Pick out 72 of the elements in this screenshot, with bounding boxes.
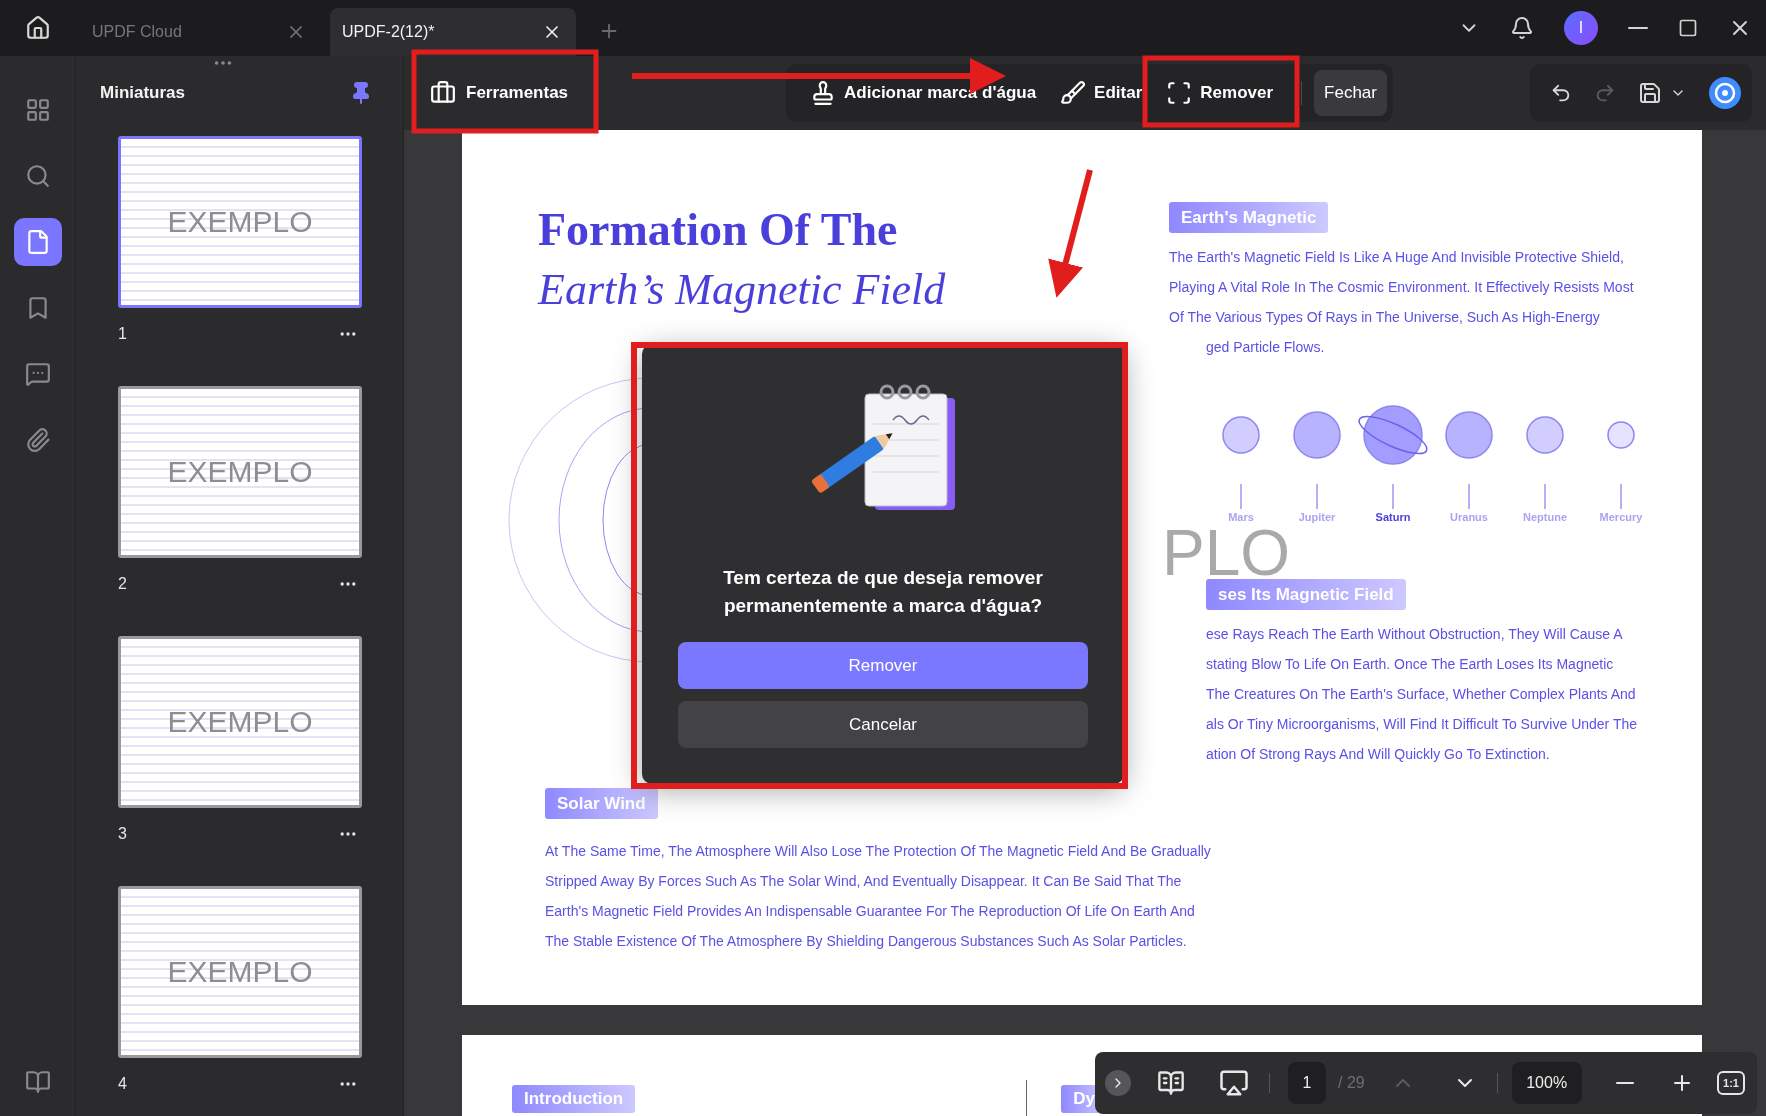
maximize-icon[interactable]: [1678, 18, 1698, 38]
paragraph-line: ese Rays Reach The Earth Without Obstruction, They Will Cause A: [1205, 625, 1624, 644]
book-icon: [1157, 1069, 1185, 1097]
section-heading: ses Its Magnetic Field: [1206, 579, 1406, 610]
page-input[interactable]: 1: [1288, 1062, 1326, 1104]
page-total: / 29: [1338, 1074, 1365, 1092]
page-number: 3: [118, 825, 127, 843]
paragraph-line: The Creatures On The Earth's Surface, Whether Complex Plants And: [1205, 685, 1637, 704]
paragraph-line: Stripped Away By Forces Such As The Solar Wind, And Eventually Disappear. It Can Be Said That The: [545, 872, 1183, 891]
document-tab[interactable]: UPDF Cloud: [80, 8, 320, 56]
scan-icon: [1166, 80, 1193, 106]
paragraph-line: Earth's Magnetic Field Provides An Indispensable Guarantee For The Reproduction Of Life On Earth And: [545, 902, 1196, 921]
section-heading: Earth's Magnetic: [1169, 202, 1329, 233]
page-number: 1: [118, 325, 127, 343]
document-subtitle: Earth’s Magnetic Field: [538, 264, 946, 316]
close-button[interactable]: Fechar: [1314, 70, 1387, 116]
tab-title: UPDF Cloud: [92, 23, 182, 41]
actual-size-button[interactable]: 1:1: [1717, 1071, 1745, 1095]
present-icon: [1219, 1068, 1249, 1098]
search-icon: [24, 163, 51, 189]
toolbox-icon: [430, 80, 456, 106]
undo-icon[interactable]: [1550, 82, 1572, 104]
sidebar-tab[interactable]: [13, 218, 62, 266]
paragraph-line: stating Blow To Life On Earth. Once The Earth Loses Its Magnetic: [1205, 655, 1615, 674]
paragraph-line: Playing A Vital Role In The Cosmic Environment. It Effectively Resists Most: [1169, 278, 1634, 297]
grid-icon: [24, 97, 51, 123]
present-button[interactable]: [1219, 1068, 1249, 1098]
planet-label: Mercury: [1599, 511, 1643, 523]
comment-icon: [24, 361, 51, 387]
paragraph-line: als Or Tiny Microorganisms, Will Find It Difficult To Survive Under The: [1205, 715, 1638, 734]
book-icon: [24, 1069, 51, 1095]
planet-label: Uranus: [1450, 511, 1488, 523]
paragraph-line: Of The Various Types Of Rays in The Universe, Such As High-Energy: [1169, 308, 1601, 327]
dialog-message: Tem certeza de que deseja remover permanentemente a marca d'água?: [722, 566, 1044, 618]
watermark-text: EXEMPLO: [167, 705, 313, 739]
planet-label: Mars: [1228, 511, 1254, 523]
tab-title: UPDF-2(12)*: [342, 23, 435, 41]
watermark-text: EXEMPLO: [167, 205, 313, 239]
home-icon: [25, 15, 51, 41]
panel-title: Miniaturas: [100, 83, 186, 103]
paperclip-icon: [24, 427, 51, 453]
watermark-text: PLO: [1162, 528, 1291, 580]
planet-label: Neptune: [1523, 511, 1567, 523]
watermark-text: EXEMPLO: [167, 455, 313, 489]
minus-icon: [1615, 1082, 1634, 1084]
avatar[interactable]: I: [1564, 11, 1598, 45]
section-heading: Introduction: [512, 1085, 636, 1113]
paragraph-line: ation Of Strong Rays And Will Quickly Go To Extinction.: [1205, 745, 1551, 764]
planet-label: Jupiter: [1298, 511, 1336, 523]
page-number: 4: [118, 1075, 127, 1093]
section-heading: Solar Wind: [545, 788, 658, 819]
document-tab[interactable]: UPDF-2(12)*: [330, 8, 576, 56]
expand-button[interactable]: [1105, 1070, 1131, 1096]
paragraph-line: ged Particle Flows.: [1205, 338, 1326, 357]
paragraph-line: The Earth's Magnetic Field Is Like A Huge And Invisible Protective Shield,: [1169, 248, 1625, 267]
zoom-field[interactable]: 100%: [1511, 1062, 1582, 1104]
paragraph-line: The Stable Existence Of The Atmosphere By Shielding Dangerous Substances Such As Solar Particles.: [545, 932, 1188, 951]
edit-button[interactable]: Editar: [1050, 70, 1153, 116]
confirm-button[interactable]: Remover: [678, 642, 1088, 689]
page-number: 2: [118, 575, 127, 593]
watermark-text: EXEMPLO: [167, 955, 313, 989]
paragraph-line: At The Same Time, The Atmosphere Will Also Lose The Protection Of The Magnetic Field And Be Gradually: [545, 842, 1211, 861]
document-title: Formation Of The: [538, 203, 898, 257]
brush-icon: [1060, 80, 1087, 106]
tools-button[interactable]: Ferramentas: [430, 80, 569, 106]
remove-button[interactable]: Remover: [1156, 70, 1284, 116]
cancel-button[interactable]: Cancelar: [678, 701, 1088, 748]
assistant-icon[interactable]: [1708, 76, 1742, 110]
reading-mode-button[interactable]: [1157, 1069, 1185, 1097]
bell-icon[interactable]: [1510, 16, 1534, 40]
save-icon[interactable]: [1638, 81, 1662, 105]
planet-label: Saturn: [1375, 511, 1411, 523]
